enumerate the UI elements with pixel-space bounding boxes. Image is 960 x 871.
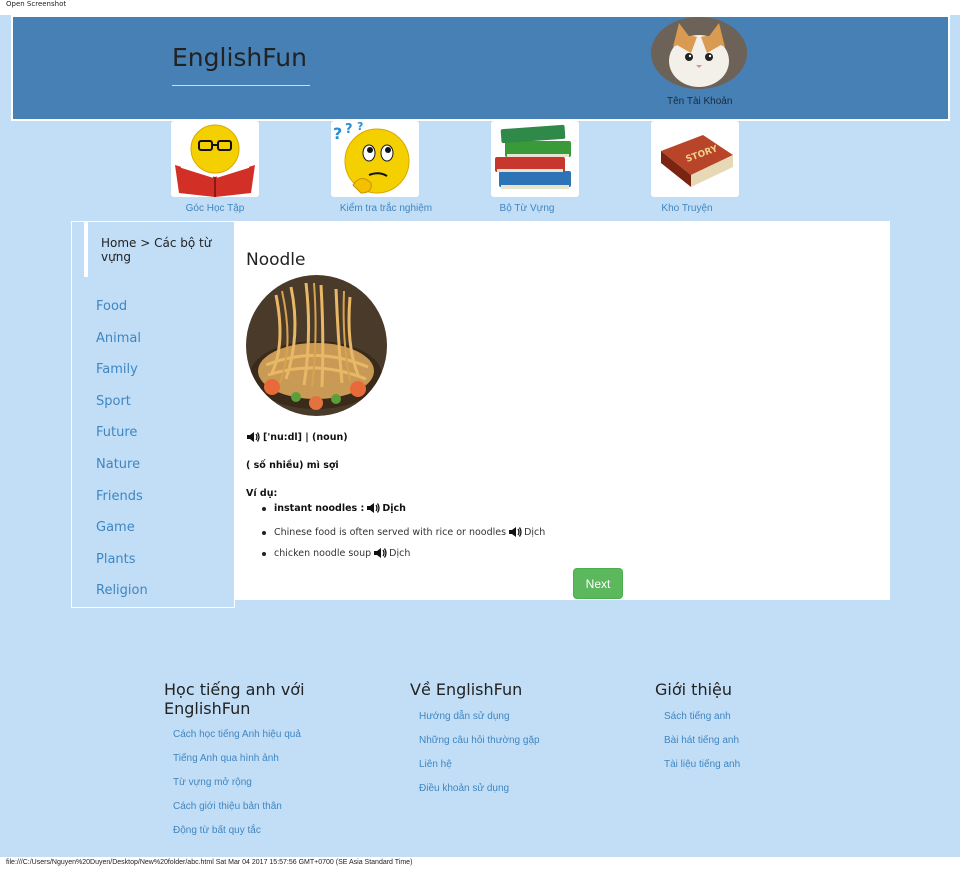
sidebar-item-plants[interactable]: Plants xyxy=(96,552,136,567)
next-button[interactable]: Next xyxy=(573,568,623,599)
pronunciation-text: ['nu:dl] | (noun) xyxy=(263,431,348,443)
sidebar-item-religion[interactable]: Religion xyxy=(96,583,148,598)
nav-tile-stories[interactable]: STORY xyxy=(651,121,739,197)
footer-link[interactable]: Tài liệu tiếng anh xyxy=(664,759,740,770)
brand-logo[interactable]: EnglishFun xyxy=(172,43,307,72)
account-name[interactable]: Tên Tài Khoản xyxy=(667,96,732,107)
sidebar-item-future[interactable]: Future xyxy=(96,425,137,440)
nav-tile-study[interactable] xyxy=(171,121,259,197)
example-text: instant noodles : xyxy=(274,502,365,514)
svg-text:?: ? xyxy=(345,122,353,137)
footer-heading-about: Về EnglishFun xyxy=(410,680,523,699)
nav-label-study[interactable]: Góc Học Tập xyxy=(171,203,259,214)
example-item: Chinese food is often served with rice o… xyxy=(262,526,545,538)
category-sidebar: Home > Các bộ từ vựng Food Animal Family… xyxy=(71,221,235,608)
example-item: instant noodles : Dịch xyxy=(262,502,406,514)
bullet xyxy=(262,552,266,556)
example-item: chicken noodle soup Dịch xyxy=(262,547,410,559)
speaker-icon[interactable] xyxy=(508,526,522,538)
example-text: Chinese food is often served with rice o… xyxy=(274,526,507,538)
screenshot-title: Open Screenshot xyxy=(6,0,67,8)
sidebar-item-food[interactable]: Food xyxy=(96,299,127,314)
footer-link[interactable]: Động từ bất quy tắc xyxy=(173,825,261,836)
translate-link[interactable]: Dịch xyxy=(524,527,545,538)
footer-heading-learn: Học tiếng anh với EnglishFun xyxy=(164,680,305,718)
book-stack-icon xyxy=(491,124,579,197)
nav-label-vocabulary[interactable]: Bộ Từ Vựng xyxy=(483,203,571,214)
footer-link[interactable]: Hướng dẫn sử dụng xyxy=(419,711,510,722)
footer-link[interactable]: Cách giới thiệu bản thân xyxy=(173,801,282,812)
screenshot-titlebar: Open Screenshot xyxy=(0,0,960,15)
reading-smiley-icon xyxy=(171,124,259,197)
bullet xyxy=(262,507,266,511)
footer-link[interactable]: Điều khoản sử dụng xyxy=(419,783,509,794)
svg-text:?: ? xyxy=(357,121,363,133)
breadcrumb[interactable]: Home > Các bộ từ vựng xyxy=(84,222,234,277)
translate-link[interactable]: Dịch xyxy=(382,503,406,514)
example-text: chicken noodle soup xyxy=(274,547,372,559)
browser-status-bar: file:///C:/Users/Nguyen%20Duyen/Desktop/… xyxy=(0,857,960,871)
bullet xyxy=(262,531,266,535)
word-title: Noodle xyxy=(246,250,306,270)
nav-label-quiz[interactable]: Kiểm tra trắc nghiệm xyxy=(326,203,446,214)
brand-underline xyxy=(172,85,310,86)
word-meaning: ( số nhiều) mì sợi xyxy=(246,460,339,471)
sidebar-item-animal[interactable]: Animal xyxy=(96,331,141,346)
user-avatar[interactable] xyxy=(651,17,747,89)
footer-link[interactable]: Bài hát tiếng anh xyxy=(664,735,739,746)
footer-link[interactable]: Tiếng Anh qua hình ảnh xyxy=(173,753,279,764)
translate-link[interactable]: Dịch xyxy=(389,548,410,559)
footer-link[interactable]: Sách tiếng anh xyxy=(664,711,731,722)
speaker-icon[interactable] xyxy=(373,547,387,559)
word-card: Noodle ['nu:dl] | (noun) (số nhiều) mì … xyxy=(234,221,890,600)
nav-tile-quiz[interactable]: ? ? ? xyxy=(331,121,419,197)
footer-link[interactable]: Những câu hỏi thường gặp xyxy=(419,735,540,746)
sidebar-item-family[interactable]: Family xyxy=(96,362,138,377)
site-header: EnglishFun Tên Tài Khoản xyxy=(11,15,950,121)
pronunciation: ['nu:dl] | (noun) xyxy=(246,431,348,443)
sidebar-item-game[interactable]: Game xyxy=(96,520,135,535)
sidebar-item-sport[interactable]: Sport xyxy=(96,394,131,409)
sidebar-item-friends[interactable]: Friends xyxy=(96,489,143,504)
svg-text:?: ? xyxy=(333,124,342,143)
sidebar-item-nature[interactable]: Nature xyxy=(96,457,140,472)
thinking-smiley-icon: ? ? ? xyxy=(331,121,419,197)
nav-label-stories[interactable]: Kho Truyện xyxy=(643,203,731,214)
footer-link[interactable]: Cách học tiếng Anh hiệu quả xyxy=(173,729,301,740)
nav-tile-vocabulary[interactable] xyxy=(491,121,579,197)
examples-label: Ví dụ: xyxy=(246,488,278,499)
footer-link[interactable]: Liên hệ xyxy=(419,759,452,770)
noodle-image xyxy=(246,275,387,416)
speaker-icon[interactable] xyxy=(246,431,260,443)
status-text: file:///C:/Users/Nguyen%20Duyen/Desktop/… xyxy=(6,859,413,866)
speaker-icon[interactable] xyxy=(366,502,380,514)
footer-link[interactable]: Từ vựng mở rộng xyxy=(173,777,252,788)
story-book-icon: STORY xyxy=(651,135,739,197)
footer-heading-intro: Giới thiệu xyxy=(655,680,733,699)
